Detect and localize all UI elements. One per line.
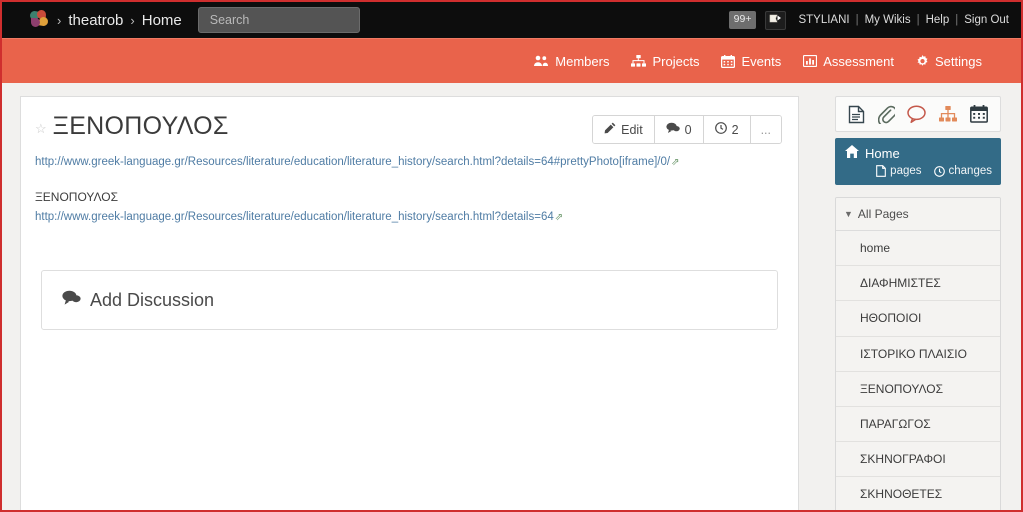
- nav-item-events[interactable]: Events: [710, 49, 792, 74]
- top-right-actions: 99+ STYLIANI | My Wikis | Help | Sign Ou…: [728, 10, 1009, 30]
- history-count-value: 2: [731, 122, 739, 137]
- calendar-icon[interactable]: [969, 105, 988, 123]
- search-box[interactable]: [197, 7, 360, 33]
- clock-icon: [714, 122, 727, 137]
- comment-icon: [666, 122, 680, 137]
- link-divider-1: |: [855, 14, 859, 26]
- link-divider-3: |: [955, 14, 959, 26]
- sidebar-home-card[interactable]: Home pages changes: [835, 138, 1001, 185]
- nav-item-members[interactable]: Members: [522, 49, 620, 74]
- nav-label-events: Events: [741, 53, 782, 69]
- nav-label-members: Members: [555, 53, 610, 69]
- my-wikis-link[interactable]: My Wikis: [865, 14, 911, 26]
- edit-button[interactable]: Edit: [593, 116, 655, 143]
- sidebar-page-skinografoi[interactable]: ΣΚΗΝΟΓΡΑΦΟΙ: [836, 442, 1000, 478]
- sidebar-page-paragogos[interactable]: ΠΑΡΑΓΩΓΟΣ: [836, 406, 1000, 443]
- gear-icon: [916, 54, 929, 68]
- sidebar-home-label: Home: [865, 145, 900, 161]
- sidebar-page-home[interactable]: home: [836, 231, 1000, 267]
- main-content-panel: ☆ ΞΕΝΟΠΟΥΛΟΣ Edit 0 2 ... http://www.gre…: [20, 96, 799, 510]
- pencil-icon: [604, 122, 616, 137]
- members-icon: [533, 55, 549, 67]
- nav-item-assessment[interactable]: Assessment: [792, 49, 905, 74]
- sidebar-changes-label: changes: [948, 165, 992, 177]
- top-navigation-bar: › theatrob › Home 99+ STYLIANI | My Wiki…: [2, 2, 1021, 38]
- page-header: ☆ ΞΕΝΟΠΟΥΛΟΣ Edit 0 2 ...: [21, 97, 798, 144]
- sidebar-home-title-row: Home: [845, 145, 992, 161]
- sidebar-page-skinothetes[interactable]: ΣΚΗΝΟΘΕΤΕΣ: [836, 477, 1000, 510]
- paperclip-icon[interactable]: [877, 105, 895, 124]
- page-title: ΞΕΝΟΠΟΥΛΟΣ: [52, 112, 229, 140]
- breadcrumb-separator-1: ›: [57, 12, 62, 28]
- add-discussion-label: Add Discussion: [90, 289, 215, 310]
- link-divider-2: |: [916, 14, 920, 26]
- page-body: ☆ ΞΕΝΟΠΟΥΛΟΣ Edit 0 2 ... http://www.gre…: [2, 83, 1021, 510]
- sidebar-pages-label: pages: [890, 165, 922, 177]
- external-link-1[interactable]: http://www.greek-language.gr/Resources/l…: [35, 156, 670, 168]
- sidebar-page-xenopoulos[interactable]: ΞΕΝΟΠΟΥΛΟΣ: [836, 371, 1000, 407]
- bar-chart-icon: [803, 55, 818, 67]
- external-link-2[interactable]: http://www.greek-language.gr/Resources/l…: [35, 211, 554, 223]
- comments-count-value: 0: [684, 122, 692, 137]
- external-link-marker-1: ⇗: [671, 157, 680, 168]
- sidebar-pages-link[interactable]: pages: [876, 165, 922, 177]
- nav-item-projects[interactable]: Projects: [620, 49, 710, 74]
- right-sidebar: Home pages changes ▼ All Pages home ΔΙΑΦ…: [835, 96, 1001, 510]
- chevron-down-icon: ▼: [844, 209, 853, 219]
- add-discussion-box[interactable]: Add Discussion: [41, 270, 778, 331]
- comments-icon: [62, 290, 81, 311]
- sign-out-link[interactable]: Sign Out: [964, 14, 1009, 26]
- history-count-button[interactable]: 2: [703, 116, 751, 143]
- content-line-1: http://www.greek-language.gr/Resources/l…: [35, 152, 784, 173]
- browser-viewport: › theatrob › Home 99+ STYLIANI | My Wiki…: [0, 0, 1023, 512]
- edit-button-label: Edit: [621, 122, 643, 137]
- projects-sitemap-icon: [631, 55, 647, 67]
- add-discussion-label-group: Add Discussion: [62, 290, 214, 311]
- comments-count-button[interactable]: 0: [654, 116, 704, 143]
- speech-bubble-icon[interactable]: [907, 105, 927, 123]
- username-link[interactable]: STYLIANI: [798, 14, 849, 26]
- sidebar-page-istoriko-plaisio[interactable]: ΙΣΤΟΡΙΚΟ ΠΛΑΙΣΙΟ: [836, 336, 1000, 372]
- page-action-group: Edit 0 2 ...: [592, 115, 782, 144]
- sidebar-changes-link[interactable]: changes: [933, 165, 992, 177]
- home-icon: [845, 145, 859, 161]
- all-pages-label: All Pages: [857, 207, 909, 221]
- calendar-icon: [721, 54, 736, 68]
- star-outline-icon[interactable]: ☆: [35, 121, 47, 137]
- sidebar-page-diafimistes[interactable]: ΔΙΑΦΗΜΙΣΤΕΣ: [836, 266, 1000, 302]
- breadcrumb-separator-2: ›: [130, 12, 135, 28]
- pinwheel-logo-icon: [29, 9, 50, 30]
- breadcrumb-home[interactable]: Home: [142, 12, 182, 29]
- nav-label-settings: Settings: [935, 53, 982, 69]
- notification-count-badge[interactable]: 99+: [728, 11, 757, 29]
- main-navigation-bar: Members Projects Events Assessment Setti…: [2, 38, 1021, 83]
- nav-label-projects: Projects: [652, 53, 700, 69]
- page-icon: [876, 165, 887, 177]
- all-pages-header[interactable]: ▼ All Pages: [836, 198, 1000, 231]
- message-flag-icon[interactable]: [765, 10, 787, 30]
- content-text-xenopoulos: ΞΕΝΟΠΟΥΛΟΣ: [35, 189, 119, 204]
- sidebar-tool-strip: [835, 96, 1001, 132]
- account-links: STYLIANI | My Wikis | Help | Sign Out: [798, 14, 1009, 26]
- nav-label-assessment: Assessment: [823, 53, 895, 69]
- breadcrumb-wiki-name[interactable]: theatrob: [68, 12, 123, 29]
- breadcrumb: › theatrob › Home: [29, 9, 182, 30]
- help-link[interactable]: Help: [926, 14, 950, 26]
- external-link-marker-2: ⇗: [554, 211, 564, 223]
- nav-item-settings[interactable]: Settings: [905, 49, 993, 74]
- all-pages-panel: ▼ All Pages home ΔΙΑΦΗΜΙΣΤΕΣ ΗΘΟΠΟΙΟΙ ΙΣ…: [835, 197, 1001, 510]
- content-line-2: http://www.greek-language.gr/Resources/l…: [35, 207, 784, 228]
- more-options-button[interactable]: ...: [750, 116, 781, 143]
- clock-icon: [933, 165, 945, 177]
- sidebar-page-ithopoioi[interactable]: ΗΘΟΠΟΙΟΙ: [836, 301, 1000, 337]
- sidebar-home-sublinks: pages changes: [845, 165, 992, 177]
- page-content: http://www.greek-language.gr/Resources/l…: [21, 144, 798, 237]
- search-input[interactable]: [207, 12, 350, 28]
- page-document-icon[interactable]: [848, 105, 865, 124]
- sitemap-icon[interactable]: [939, 105, 958, 123]
